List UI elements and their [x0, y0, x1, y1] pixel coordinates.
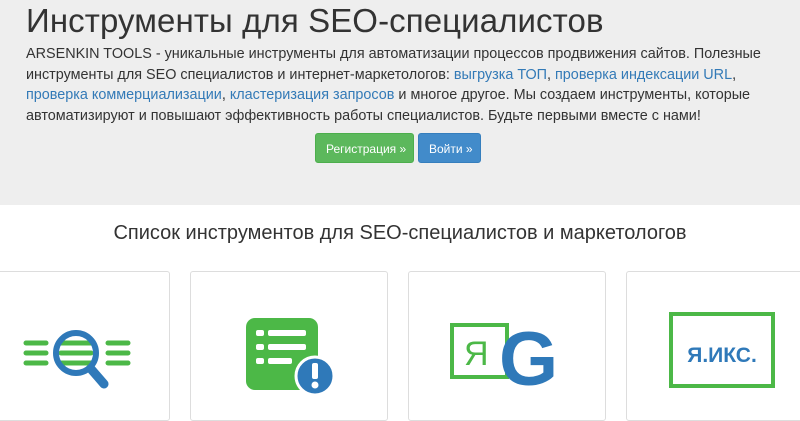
- login-button[interactable]: Войти »: [418, 133, 481, 163]
- tool-card-2[interactable]: [190, 271, 388, 421]
- hero-description: ARSENKIN TOOLS - уникальные инструменты …: [26, 46, 761, 124]
- link-top-export[interactable]: выгрузка ТОП: [454, 67, 547, 83]
- svg-text:G: G: [499, 319, 558, 399]
- svg-text:Я.ИКС.: Я.ИКС.: [687, 344, 757, 367]
- tool-card-4[interactable]: Я.ИКС.: [626, 271, 800, 421]
- yandex-iks-icon: Я.ИКС.: [669, 312, 775, 388]
- yandex-google-icon: Я G: [450, 319, 558, 399]
- link-commercialization-check[interactable]: проверка коммерциализации: [26, 87, 222, 103]
- checklist-alert-icon: [246, 318, 336, 397]
- register-button[interactable]: Регистрация »: [315, 133, 414, 163]
- tool-card-1[interactable]: [0, 271, 170, 421]
- tool-card-3[interactable]: Я G: [408, 271, 606, 421]
- magnifier-list-icon: [23, 330, 131, 389]
- hero-jumbotron: Инструменты для SEO-специалистов ARSENKI…: [0, 0, 800, 205]
- link-index-check[interactable]: проверка индексации URL: [555, 67, 732, 83]
- link-query-clustering[interactable]: кластеризация запросов: [230, 87, 395, 103]
- page-title: Инструменты для SEO-специалистов: [26, 2, 604, 39]
- section-title: Список инструментов для SEO-специалистов…: [113, 222, 687, 244]
- svg-text:Я: Я: [464, 335, 489, 373]
